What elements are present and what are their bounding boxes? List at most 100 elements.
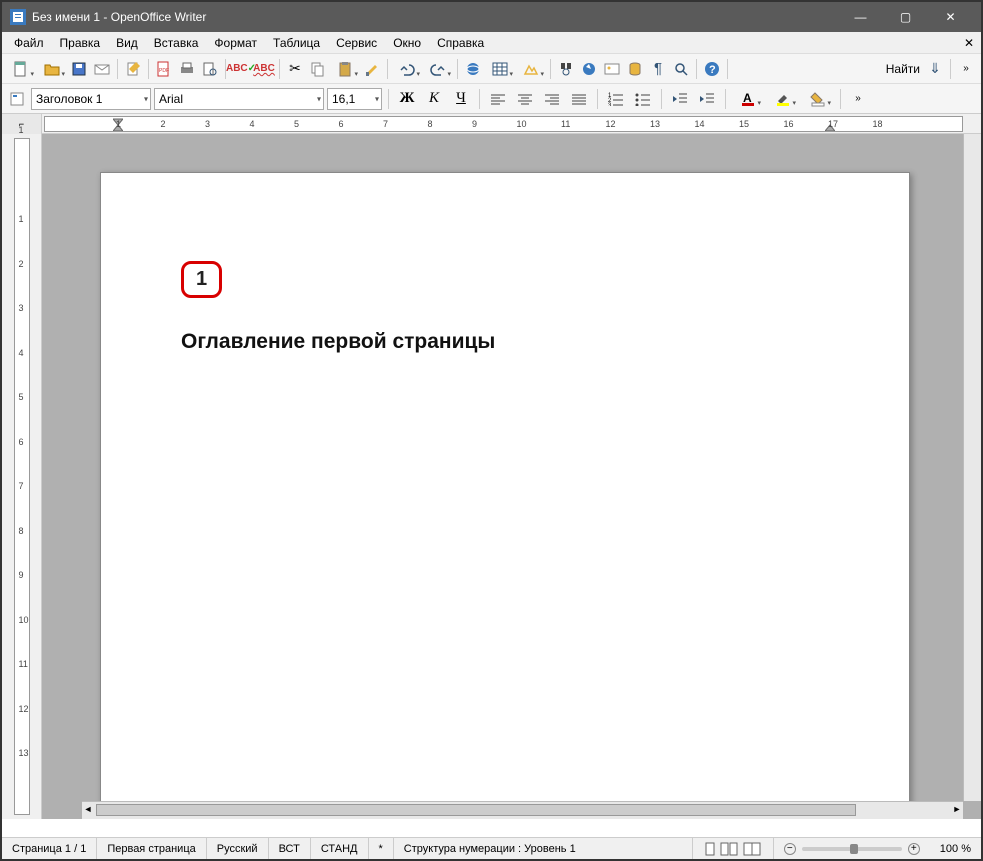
- status-outline[interactable]: Структура нумерации : Уровень 1: [394, 838, 693, 859]
- menu-help[interactable]: Справка: [429, 34, 492, 52]
- menu-edit[interactable]: Правка: [52, 34, 109, 52]
- vertical-scrollbar[interactable]: [963, 134, 981, 801]
- bullets-button[interactable]: [631, 88, 655, 110]
- font-name-combo[interactable]: Arial▾: [154, 88, 324, 110]
- show-draw-button[interactable]: [516, 58, 546, 80]
- document-content[interactable]: 1 Оглавление первой страницы: [181, 261, 495, 354]
- menu-table[interactable]: Таблица: [265, 34, 328, 52]
- heading-text[interactable]: Оглавление первой страницы: [181, 330, 495, 354]
- close-document-button[interactable]: ✕: [961, 36, 977, 50]
- maximize-button[interactable]: ▢: [883, 2, 928, 32]
- status-insert-mode[interactable]: ВСТ: [269, 838, 311, 859]
- align-justify-button[interactable]: [567, 88, 591, 110]
- gallery-button[interactable]: [601, 58, 623, 80]
- book-view-icon[interactable]: [743, 842, 763, 856]
- ruler-track-h[interactable]: 1123456789101112131415161718: [44, 116, 963, 132]
- find-replace-button[interactable]: [555, 58, 577, 80]
- zoom-slider[interactable]: [802, 847, 902, 851]
- scroll-right-arrow[interactable]: ►: [951, 804, 963, 816]
- status-modified: *: [369, 838, 394, 859]
- table-button[interactable]: [485, 58, 515, 80]
- edit-file-button[interactable]: [122, 58, 144, 80]
- copy-button[interactable]: [307, 58, 329, 80]
- zoom-percent[interactable]: 100 %: [930, 838, 981, 859]
- background-color-button[interactable]: [802, 88, 834, 110]
- nonprinting-chars-button[interactable]: ¶: [647, 58, 669, 80]
- menu-insert[interactable]: Вставка: [146, 34, 207, 52]
- menu-tools[interactable]: Сервис: [328, 34, 385, 52]
- font-size-combo[interactable]: 16,1▾: [327, 88, 382, 110]
- align-left-button[interactable]: [486, 88, 510, 110]
- menu-format[interactable]: Формат: [206, 34, 265, 52]
- numbering-button[interactable]: 123: [604, 88, 628, 110]
- paste-button[interactable]: [330, 58, 360, 80]
- ruler-num: 18: [873, 119, 883, 129]
- ruler-num: 2: [161, 119, 166, 129]
- highlight-button[interactable]: [767, 88, 799, 110]
- zoom-button[interactable]: [670, 58, 692, 80]
- auto-spellcheck-button[interactable]: ABC: [253, 58, 275, 80]
- scroll-thumb-h[interactable]: [96, 804, 856, 816]
- export-pdf-button[interactable]: PDF: [153, 58, 175, 80]
- toolbar-overflow-button[interactable]: »: [955, 58, 977, 80]
- horizontal-ruler[interactable]: ⌐ 1123456789101112131415161718: [2, 114, 981, 134]
- status-selection-mode[interactable]: СТАНД: [311, 838, 369, 859]
- ruler-num: 15: [739, 119, 749, 129]
- paragraph-style-combo[interactable]: Заголовок 1▾: [31, 88, 151, 110]
- status-page-style[interactable]: Первая страница: [97, 838, 206, 859]
- save-button[interactable]: [68, 58, 90, 80]
- ruler-num: 1: [116, 119, 121, 129]
- horizontal-scrollbar[interactable]: ◄ ►: [82, 801, 963, 819]
- zoom-out-button[interactable]: −: [784, 843, 796, 855]
- decrease-indent-button[interactable]: [668, 88, 692, 110]
- redo-button[interactable]: [423, 58, 453, 80]
- multi-page-icon[interactable]: [720, 842, 740, 856]
- format-paintbrush-button[interactable]: [361, 58, 383, 80]
- page[interactable]: 1 Оглавление первой страницы: [100, 172, 910, 812]
- menu-file[interactable]: Файл: [6, 34, 52, 52]
- underline-button[interactable]: Ч: [449, 88, 473, 110]
- help-button[interactable]: ?: [701, 58, 723, 80]
- ruler-vnum: 6: [19, 437, 24, 447]
- ruler-num: 5: [294, 119, 299, 129]
- navigator-button[interactable]: [578, 58, 600, 80]
- formatting-overflow-button[interactable]: »: [847, 88, 869, 110]
- align-center-button[interactable]: [513, 88, 537, 110]
- align-right-button[interactable]: [540, 88, 564, 110]
- standard-toolbar: PDF ABC✓ ABC ✂ ¶ ? Найти ⇓ »: [2, 54, 981, 84]
- zoom-in-button[interactable]: +: [908, 843, 920, 855]
- status-page[interactable]: Страница 1 / 1: [2, 838, 97, 859]
- view-layout-buttons[interactable]: [693, 838, 774, 859]
- italic-button[interactable]: К: [422, 88, 446, 110]
- open-button[interactable]: [37, 58, 67, 80]
- ruler-track-v[interactable]: 112345678910111213: [14, 138, 30, 815]
- new-document-button[interactable]: [6, 58, 36, 80]
- single-page-icon[interactable]: [703, 842, 717, 856]
- close-button[interactable]: ✕: [928, 2, 973, 32]
- ruler-num: 10: [517, 119, 527, 129]
- print-button[interactable]: [176, 58, 198, 80]
- find-next-button[interactable]: ⇓: [924, 58, 946, 80]
- styles-window-button[interactable]: [6, 88, 28, 110]
- data-sources-button[interactable]: [624, 58, 646, 80]
- status-language[interactable]: Русский: [207, 838, 269, 859]
- scroll-left-arrow[interactable]: ◄: [82, 804, 94, 816]
- print-preview-button[interactable]: [199, 58, 221, 80]
- increase-indent-button[interactable]: [695, 88, 719, 110]
- zoom-controls[interactable]: − +: [774, 838, 930, 859]
- bold-button[interactable]: Ж: [395, 88, 419, 110]
- minimize-button[interactable]: —: [838, 2, 883, 32]
- menu-window[interactable]: Окно: [385, 34, 429, 52]
- spellcheck-button[interactable]: ABC✓: [230, 58, 252, 80]
- zoom-slider-knob[interactable]: [850, 844, 858, 854]
- ruler-num: 16: [784, 119, 794, 129]
- document-canvas[interactable]: 1 Оглавление первой страницы ◄ ►: [42, 134, 981, 819]
- menu-view[interactable]: Вид: [108, 34, 146, 52]
- hyperlink-button[interactable]: [462, 58, 484, 80]
- email-button[interactable]: [91, 58, 113, 80]
- vertical-ruler[interactable]: 112345678910111213: [2, 134, 42, 819]
- font-color-button[interactable]: A: [732, 88, 764, 110]
- undo-button[interactable]: [392, 58, 422, 80]
- ruler-vnum: 5: [19, 392, 24, 402]
- cut-button[interactable]: ✂: [284, 58, 306, 80]
